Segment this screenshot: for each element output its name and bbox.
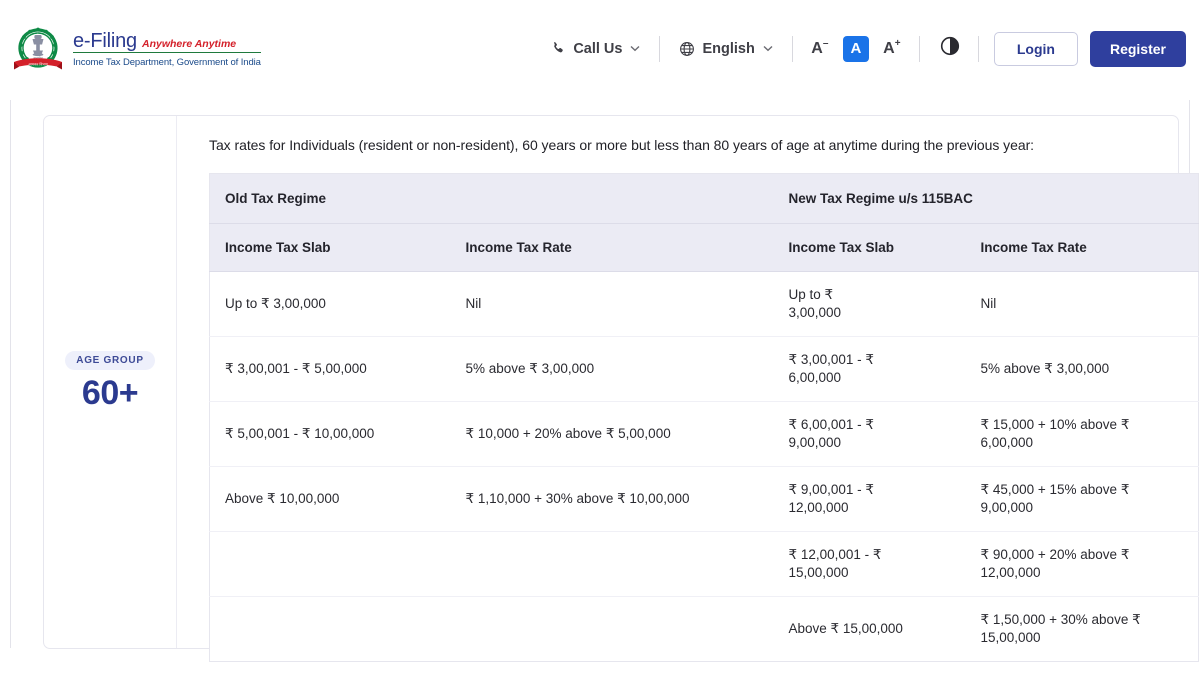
divider — [918, 35, 920, 62]
brand-logo[interactable]: सत्यमेव आयकर विभाग e-Filing Anywhere Any… — [12, 23, 261, 75]
language-menu[interactable]: English — [669, 35, 782, 63]
tax-table-area: Tax rates for Individuals (resident or n… — [177, 116, 1200, 662]
chevron-down-icon — [763, 44, 773, 54]
col-header-old-rate: Income Tax Rate — [450, 223, 774, 272]
table-row: ₹ 3,00,001 - ₹ 5,00,000 5% above ₹ 3,00,… — [209, 336, 1199, 402]
age-group-value: 60+ — [81, 374, 139, 412]
age-group-badge: AGE GROUP — [65, 351, 155, 370]
brand-tagline: Anywhere Anytime — [141, 37, 237, 50]
old-slab-cell: ₹ 5,00,001 - ₹ 10,00,000 — [209, 401, 451, 467]
globe-icon — [679, 41, 695, 57]
divider — [659, 35, 661, 62]
old-rate-cell: ₹ 1,10,000 + 30% above ₹ 10,00,000 — [450, 466, 774, 532]
register-button[interactable]: Register — [1089, 30, 1186, 67]
language-label: English — [702, 40, 755, 57]
contrast-toggle-button[interactable] — [939, 36, 961, 61]
intro-text: Tax rates for Individuals (resident or n… — [209, 137, 1035, 153]
table-row: Above ₹ 15,00,000 ₹ 1,50,000 + 30% above… — [209, 596, 1199, 662]
new-slab-cell: ₹ 12,00,001 - ₹ 15,00,000 — [773, 531, 966, 597]
font-increase-label: A — [883, 39, 895, 57]
old-slab-cell: Above ₹ 10,00,000 — [209, 466, 451, 532]
brand-title: e-Filing — [73, 29, 137, 52]
old-rate-cell — [450, 596, 774, 662]
new-rate-cell: ₹ 45,000 + 15% above ₹ 9,00,000 — [965, 466, 1199, 532]
header-actions: Call Us English A – A A + Login Register — [541, 0, 1186, 97]
old-slab-cell — [209, 596, 451, 662]
tax-rates-table: Old Tax Regime New Tax Regime u/s 115BAC… — [209, 172, 1200, 662]
font-size-increase-button[interactable]: A + — [879, 36, 905, 62]
font-decrease-sup: – — [822, 38, 829, 49]
india-national-emblem-icon: सत्यमेव आयकर विभाग — [12, 23, 64, 75]
contrast-half-circle-icon — [940, 36, 960, 61]
new-regime-header: New Tax Regime u/s 115BAC — [773, 173, 1199, 224]
old-slab-cell: Up to ₹ 3,00,000 — [209, 271, 451, 337]
old-rate-cell: 5% above ₹ 3,00,000 — [450, 336, 774, 402]
phone-icon — [551, 41, 566, 56]
age-group-rail: AGE GROUP 60+ — [44, 116, 177, 648]
table-row: ₹ 5,00,001 - ₹ 10,00,000 ₹ 10,000 + 20% … — [209, 401, 1199, 467]
old-rate-cell — [450, 531, 774, 597]
font-size-normal-button[interactable]: A — [842, 35, 869, 62]
new-slab-cell: Above ₹ 15,00,000 — [773, 596, 966, 662]
column-header-row: Income Tax Slab Income Tax Rate Income T… — [209, 223, 1199, 272]
old-rate-cell: ₹ 10,000 + 20% above ₹ 5,00,000 — [450, 401, 774, 467]
divider — [791, 35, 793, 62]
old-regime-header: Old Tax Regime — [209, 173, 774, 224]
font-size-decrease-button[interactable]: A – — [807, 36, 833, 62]
new-rate-cell: Nil — [965, 271, 1199, 337]
new-rate-cell: ₹ 1,50,000 + 30% above ₹ 15,00,000 — [965, 596, 1199, 662]
new-rate-cell: ₹ 90,000 + 20% above ₹ 12,00,000 — [965, 531, 1199, 597]
new-slab-cell: Up to ₹ 3,00,000 — [773, 271, 966, 337]
table-row: ₹ 12,00,001 - ₹ 15,00,000 ₹ 90,000 + 20%… — [209, 531, 1199, 597]
old-slab-cell — [209, 531, 451, 597]
new-slab-cell: ₹ 6,00,001 - ₹ 9,00,000 — [773, 401, 966, 467]
table-row: Up to ₹ 3,00,000 Nil Up to ₹ 3,00,000 Ni… — [209, 271, 1199, 337]
table-row: Above ₹ 10,00,000 ₹ 1,10,000 + 30% above… — [209, 466, 1199, 532]
col-header-new-rate: Income Tax Rate — [965, 223, 1199, 272]
col-header-new-slab: Income Tax Slab — [773, 223, 966, 272]
new-rate-cell: 5% above ₹ 3,00,000 — [965, 336, 1199, 402]
page-frame: AGE GROUP 60+ Tax rates for Individuals … — [10, 100, 1200, 662]
col-header-old-slab: Income Tax Slab — [209, 223, 451, 272]
divider — [977, 35, 979, 62]
font-increase-sup: + — [894, 38, 901, 49]
svg-text:आयकर विभाग: आयकर विभाग — [28, 61, 49, 66]
new-rate-cell: ₹ 15,000 + 10% above ₹ 6,00,000 — [965, 401, 1199, 467]
old-slab-cell: ₹ 3,00,001 - ₹ 5,00,000 — [209, 336, 451, 402]
font-decrease-label: A — [811, 39, 823, 57]
brand-subtitle: Income Tax Department, Government of Ind… — [73, 56, 261, 68]
tax-rates-card: AGE GROUP 60+ Tax rates for Individuals … — [43, 115, 1200, 662]
regime-header-row: Old Tax Regime New Tax Regime u/s 115BAC — [209, 173, 1199, 224]
new-slab-cell: ₹ 9,00,001 - ₹ 12,00,000 — [773, 466, 966, 532]
site-header: सत्यमेव आयकर विभाग e-Filing Anywhere Any… — [0, 0, 1200, 97]
font-normal-label: A — [850, 40, 862, 57]
new-slab-cell: ₹ 3,00,001 - ₹ 6,00,000 — [773, 336, 966, 402]
chevron-down-icon — [630, 44, 640, 54]
page-body: AGE GROUP 60+ Tax rates for Individuals … — [0, 97, 1200, 675]
old-rate-cell: Nil — [450, 271, 774, 337]
login-button[interactable]: Login — [993, 31, 1078, 66]
call-us-label: Call Us — [573, 40, 623, 57]
call-us-menu[interactable]: Call Us — [541, 35, 650, 63]
